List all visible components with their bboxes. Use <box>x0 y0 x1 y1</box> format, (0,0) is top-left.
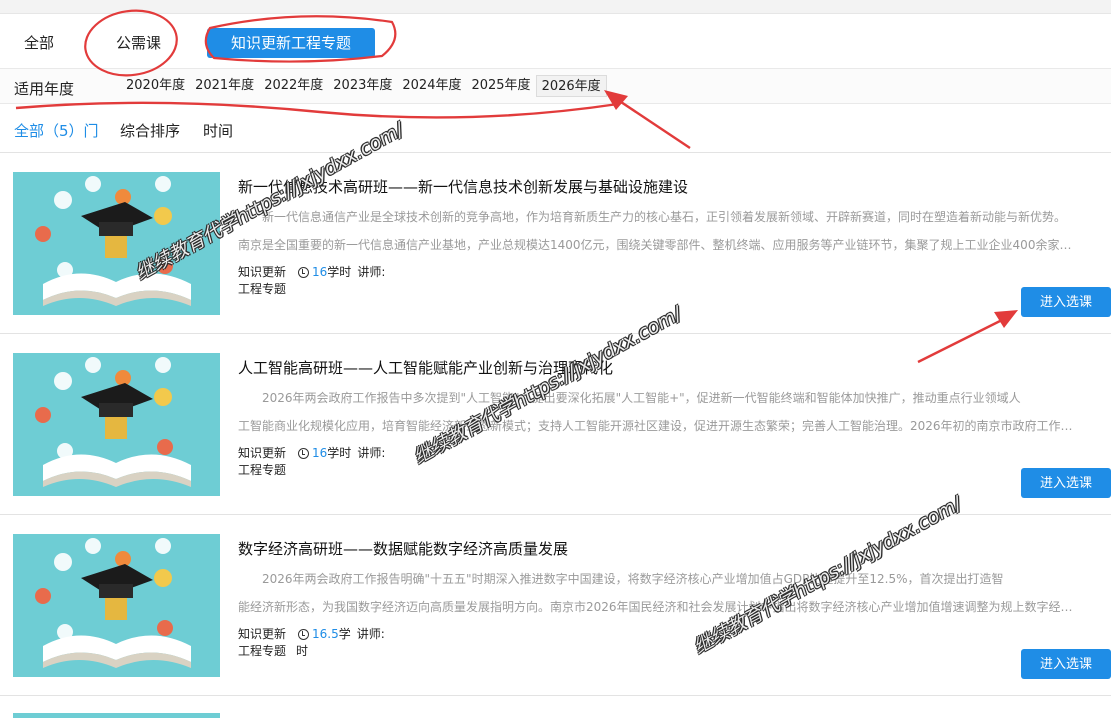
course-hours: 16 <box>312 446 328 460</box>
course-item-partial <box>0 695 1111 718</box>
course-category-1: 知识更新 <box>238 627 287 641</box>
course-hours-unit: 学时 <box>327 265 352 279</box>
year-option-2022[interactable]: 2022年度 <box>259 75 328 97</box>
sort-time[interactable]: 时间 <box>203 120 233 141</box>
enter-course-selection-button[interactable]: 进入选课 <box>1021 468 1111 498</box>
year-option-2025[interactable]: 2025年度 <box>466 75 535 97</box>
course-list: 新一代信息技术高研班——新一代信息技术创新发展与基础设施建设 新一代信息通信产业… <box>0 152 1111 718</box>
course-item: 人工智能高研班——人工智能赋能产业创新与治理现代化 2026年两会政府工作报告中… <box>0 333 1111 514</box>
course-lecturer-label: 讲师: <box>356 627 385 641</box>
top-strip <box>0 0 1111 14</box>
course-item: 数字经济高研班——数据赋能数字经济高质量发展 2026年两会政府工作报告明确"十… <box>0 514 1111 695</box>
sort-comprehensive[interactable]: 综合排序 <box>120 120 180 141</box>
course-hours-unit: 学 <box>338 627 351 641</box>
course-description-line-2: 能经济新形态，为我国数字经济迈向高质量发展指明方向。南京市2026年国民经济和社… <box>238 600 1073 614</box>
clock-icon <box>298 629 310 640</box>
year-option-2023[interactable]: 2023年度 <box>328 75 397 97</box>
tab-knowledge-update-project[interactable]: 知识更新工程专题 <box>207 28 375 58</box>
course-description-line-2: 南京是全国重要的新一代信息通信产业基地，产业总规模达1400亿元，围绕关键零部件… <box>238 238 1072 252</box>
course-description-line-1: 2026年两会政府工作报告中多次提到"人工智能"，提出要深化拓展"人工智能+"，… <box>262 391 1021 405</box>
course-meta: 知识更新 16 学时 讲师: 工程专题 <box>238 445 385 479</box>
course-hours: 16 <box>312 265 328 279</box>
tab-all[interactable]: 全部 <box>24 28 54 58</box>
course-hours-unit-extra: 时 <box>296 644 309 658</box>
graduation-cap-book-illustration <box>13 534 220 677</box>
sort-row: 全部（5）门 综合排序 时间 <box>0 113 1111 147</box>
course-hours-unit: 学时 <box>327 446 352 460</box>
year-option-2026[interactable]: 2026年度 <box>535 75 607 97</box>
clock-icon <box>298 448 310 459</box>
category-tabs: 全部 公需课 知识更新工程专题 <box>0 22 1111 64</box>
course-category-2: 工程专题 <box>238 463 287 477</box>
year-filter-list: 2020年度 2021年度 2022年度 2023年度 2024年度 2025年… <box>121 75 607 97</box>
course-category-1: 知识更新 <box>238 265 287 279</box>
course-thumbnail[interactable] <box>13 534 220 677</box>
course-lecturer-label: 讲师: <box>357 446 386 460</box>
course-description-line-1: 新一代信息通信产业是全球技术创新的竞争高地，作为培育新质生产力的核心基石，正引领… <box>262 210 1067 224</box>
course-lecturer-label: 讲师: <box>357 265 386 279</box>
course-meta: 知识更新 16 学时 讲师: 工程专题 <box>238 264 385 298</box>
enter-course-selection-button[interactable]: 进入选课 <box>1021 649 1111 679</box>
year-option-2024[interactable]: 2024年度 <box>397 75 466 97</box>
course-category-2: 工程专题 <box>238 644 287 658</box>
course-thumbnail-partial[interactable] <box>13 713 220 718</box>
course-description-line-1: 2026年两会政府工作报告明确"十五五"时期深入推进数字中国建设，将数字经济核心… <box>262 572 1004 586</box>
year-filter-label: 适用年度 <box>14 80 75 98</box>
clock-icon <box>298 267 310 278</box>
year-option-2021[interactable]: 2021年度 <box>190 75 259 97</box>
year-option-2020[interactable]: 2020年度 <box>121 75 190 97</box>
tab-public-course[interactable]: 公需课 <box>116 28 161 58</box>
course-meta: 知识更新 16.5 学 讲师: 工程专题 时 <box>238 626 385 660</box>
course-category-2: 工程专题 <box>238 282 287 296</box>
graduation-cap-book-illustration <box>13 353 220 496</box>
enter-course-selection-button[interactable]: 进入选课 <box>1021 287 1111 317</box>
course-title[interactable]: 数字经济高研班——数据赋能数字经济高质量发展 <box>238 538 568 559</box>
sort-all-count[interactable]: 全部（5）门 <box>14 120 99 141</box>
course-hours: 16.5 <box>312 627 339 641</box>
course-thumbnail[interactable] <box>13 353 220 496</box>
course-description-line-2: 工智能商业化规模化应用，培育智能经济新业态新模式；支持人工智能开源社区建设，促进… <box>238 419 1073 433</box>
course-category-1: 知识更新 <box>238 446 287 460</box>
year-filter-row: 适用年度 2020年度 2021年度 2022年度 2023年度 2024年度 … <box>0 68 1111 104</box>
